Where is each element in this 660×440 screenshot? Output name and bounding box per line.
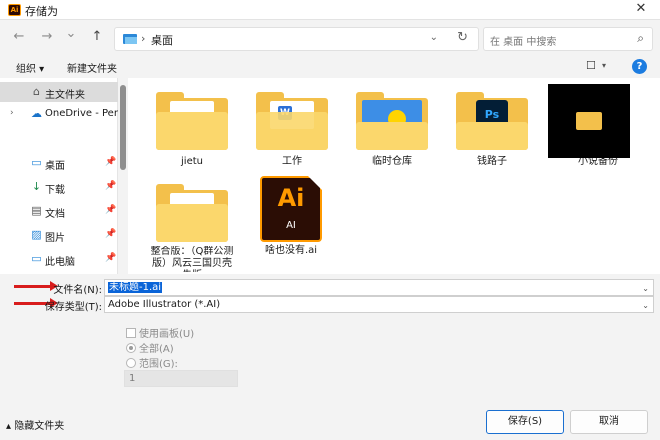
new-folder-button[interactable]: 新建文件夹 [67, 60, 117, 75]
image-folder-thumbnail[interactable] [548, 84, 630, 158]
range-radio[interactable] [126, 358, 136, 368]
navigation-scrollbar[interactable] [120, 85, 126, 170]
pin-icon: 📌 [105, 253, 117, 263]
organize-menu-button[interactable]: 组织 ▾ [16, 60, 44, 75]
all-option[interactable]: 全部(A) [126, 340, 174, 355]
cancel-button[interactable]: 取消 [570, 410, 648, 434]
filename-dropdown-icon[interactable]: ⌄ [642, 281, 649, 296]
range-input[interactable]: 1 [124, 370, 238, 387]
filename-value[interactable]: 未标题-1.ai [108, 282, 163, 293]
collapse-chevron-icon: ▴ [6, 421, 12, 432]
use-artboards-label: 使用画板(U) [139, 329, 195, 340]
filetype-select[interactable]: Adobe Illustrator (*.AI) ⌄ [104, 296, 654, 313]
sidebar-item-label: 此电脑 [45, 257, 75, 268]
breadcrumb-separator-icon[interactable]: › [141, 32, 145, 45]
sidebar-item-label: OneDrive - Per [45, 108, 118, 119]
hide-folders-toggle[interactable]: ▴ 隐藏文件夹 [6, 417, 64, 432]
file-item-label: 整合版：（Q群公测版）风云三国贝壳先版 [150, 246, 234, 272]
recent-locations-chevron-icon[interactable]: ⌄ [62, 26, 80, 41]
breadcrumb-desktop[interactable]: 桌面 [151, 32, 173, 48]
pictures-icon: ▨ [31, 228, 42, 241]
annotation-arrow [14, 281, 58, 291]
pin-icon: 📌 [105, 157, 117, 167]
home-icon: ⌂ [33, 85, 40, 98]
sidebar-item-label: 桌面 [45, 161, 65, 172]
file-item-money-path[interactable]: Ps 钱路子 [432, 78, 528, 178]
use-artboards-checkbox[interactable] [126, 328, 136, 338]
ai-type-text: AI [286, 220, 296, 231]
range-option-label: 范围(G): [139, 359, 178, 370]
folder-location-icon [123, 34, 137, 44]
close-icon[interactable]: ✕ [632, 1, 650, 16]
file-item-label: 临时仓库 [372, 156, 412, 167]
forward-arrow-icon[interactable]: → [38, 29, 56, 44]
desktop-icon: ▭ [31, 156, 42, 169]
filetype-label: 保存类型(T): [44, 302, 102, 313]
filetype-value: Adobe Illustrator (*.AI) [108, 299, 221, 310]
view-options-icon[interactable]: ☐ [586, 59, 596, 72]
sidebar-item-documents[interactable]: ▤ 文档 📌 [0, 201, 118, 221]
file-item-jietu[interactable]: jietu [132, 78, 228, 178]
pin-icon: 📌 [105, 205, 117, 215]
command-toolbar: 组织 ▾ 新建文件夹 ☐ ▾ ? [0, 56, 660, 78]
sidebar-item-label: 图片 [45, 233, 65, 244]
folder-icon [356, 92, 428, 150]
expand-chevron-icon[interactable]: › [10, 108, 14, 118]
file-item-label: 工作 [282, 156, 302, 167]
sidebar-item-downloads[interactable]: ↓ 下载 📌 [0, 177, 118, 197]
navigation-pane: ⌂ 主文件夹 › ☁ OneDrive - Per ▭ 桌面 📌 ↓ 下载 📌 … [0, 78, 118, 274]
ai-logo-text: Ai [277, 184, 305, 212]
document-icon: ▤ [31, 204, 42, 217]
computer-icon: ▭ [31, 252, 42, 265]
view-dropdown-icon[interactable]: ▾ [602, 61, 606, 70]
file-item-integrated-edition[interactable]: 整合版：（Q群公测版）风云三国贝壳先版 [132, 176, 233, 276]
file-item-ai-label[interactable]: 啥也没有.ai [243, 245, 339, 257]
navigation-bar: ← → ⌄ ↑ › 桌面 ⌄ ↻ 在 桌面 中搜索 ⌕ [0, 20, 660, 56]
refresh-icon[interactable]: ↻ [457, 30, 468, 45]
illustrator-file-icon[interactable]: Ai AI [260, 176, 322, 242]
sidebar-item-home[interactable]: ⌂ 主文件夹 [0, 82, 118, 102]
up-arrow-icon[interactable]: ↑ [88, 29, 106, 44]
sidebar-item-label: 主文件夹 [45, 90, 85, 101]
cloud-icon: ☁ [31, 107, 42, 120]
sidebar-item-onedrive[interactable]: › ☁ OneDrive - Per [0, 104, 118, 124]
search-input[interactable]: 在 桌面 中搜索 [490, 33, 556, 48]
use-artboards-option[interactable]: 使用画板(U) [126, 325, 194, 340]
range-option[interactable]: 范围(G): [126, 355, 178, 370]
all-radio[interactable] [126, 343, 136, 353]
file-item-work[interactable]: W 工作 [232, 78, 328, 178]
search-box[interactable]: 在 桌面 中搜索 ⌕ [483, 27, 653, 51]
pin-icon: 📌 [105, 229, 117, 239]
filetype-dropdown-icon[interactable]: ⌄ [642, 298, 649, 313]
filename-label: 文件名(N): [53, 285, 102, 296]
address-bar[interactable]: › 桌面 ⌄ ↻ [114, 27, 479, 51]
folder-icon: Ps [456, 92, 528, 150]
save-form: 文件名(N): 未标题-1.ai ⌄ 保存类型(T): Adobe Illust… [0, 274, 660, 440]
sidebar-item-desktop[interactable]: ▭ 桌面 📌 [0, 153, 118, 173]
sidebar-item-label: 下载 [45, 185, 65, 196]
help-icon[interactable]: ? [632, 59, 647, 74]
sidebar-item-label: 文档 [45, 209, 65, 220]
file-item-temp-repo[interactable]: 临时仓库 [332, 78, 428, 178]
hide-folders-label: 隐藏文件夹 [14, 421, 65, 432]
folder-icon [156, 184, 228, 242]
window-title: 存储为 [25, 5, 58, 18]
folder-icon: W [256, 92, 328, 150]
filename-input[interactable]: 未标题-1.ai ⌄ [104, 279, 654, 296]
all-option-label: 全部(A) [139, 344, 174, 355]
download-icon: ↓ [31, 180, 42, 193]
save-button[interactable]: 保存(S) [486, 410, 564, 434]
illustrator-app-icon: Ai [8, 4, 21, 16]
folder-icon [156, 92, 228, 150]
sidebar-item-pictures[interactable]: ▨ 图片 📌 [0, 225, 118, 245]
file-item-label: jietu [181, 156, 203, 167]
search-icon[interactable]: ⌕ [637, 31, 644, 46]
file-item-label: 钱路子 [477, 156, 507, 167]
folder-icon [576, 112, 602, 130]
title-bar: Ai 存储为 ✕ [0, 0, 660, 20]
sidebar-item-this-pc[interactable]: ▭ 此电脑 📌 [0, 249, 118, 269]
back-arrow-icon[interactable]: ← [10, 29, 28, 44]
address-dropdown-icon[interactable]: ⌄ [430, 32, 438, 43]
pin-icon: 📌 [105, 181, 117, 191]
